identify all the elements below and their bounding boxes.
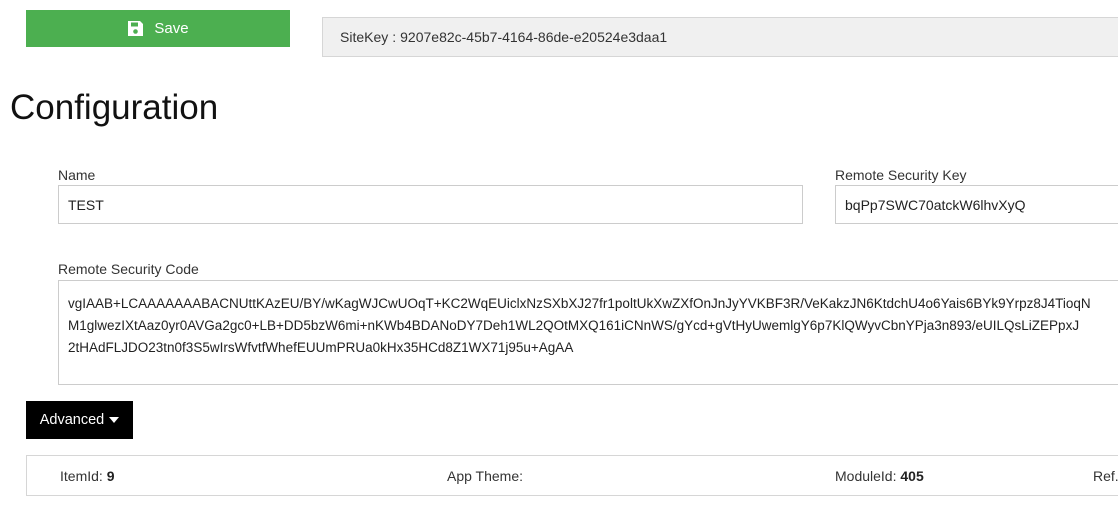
moduleid-value: 405 — [900, 468, 924, 484]
itemid-label: ItemId: — [60, 468, 103, 484]
page-title: Configuration — [10, 88, 219, 127]
moduleid-info: ModuleId: 405 — [835, 468, 924, 484]
sitekey-display: SiteKey : 9207e82c-45b7-4164-86de-e20524… — [322, 17, 1118, 57]
code-line: 2tHAdFLJDO23tn0f3S5wIrsWfvtfWhefEUUmPRUa… — [68, 340, 574, 355]
sitekey-value: 9207e82c-45b7-4164-86de-e20524e3daa1 — [400, 29, 668, 45]
name-label: Name — [58, 167, 96, 183]
module-info-bar: ItemId: 9 App Theme: ModuleId: 405 Ref. — [26, 455, 1118, 496]
remote-security-code-label: Remote Security Code — [58, 261, 199, 277]
ref-label: Ref. — [1093, 468, 1118, 484]
save-button[interactable]: Save — [26, 10, 290, 47]
itemid-value: 9 — [106, 468, 115, 484]
name-input[interactable] — [58, 185, 803, 224]
code-line: vgIAAB+LCAAAAAAABACNUttKAzEU/BY/wKagWJCw… — [68, 296, 1091, 311]
save-button-label: Save — [154, 20, 189, 37]
app-theme-info: App Theme: — [447, 468, 523, 484]
code-line: M1glwezIXtAaz0yr0AVGa2gc0+LB+DD5bzW6mi+n… — [68, 318, 1080, 333]
sitekey-label: SiteKey — [340, 29, 389, 45]
caret-down-icon — [109, 417, 120, 423]
remote-security-key-input[interactable] — [835, 185, 1118, 224]
remote-security-code-textarea[interactable]: vgIAAB+LCAAAAAAABACNUttKAzEU/BY/wKagWJCw… — [58, 280, 1118, 385]
app-theme-label: App Theme: — [447, 468, 524, 484]
sitekey-separator: : — [392, 29, 397, 45]
moduleid-label: ModuleId: — [835, 468, 897, 484]
itemid-info: ItemId: 9 — [60, 468, 114, 484]
remote-security-key-label: Remote Security Key — [835, 167, 967, 183]
floppy-disk-icon — [127, 20, 144, 37]
advanced-toggle-button[interactable]: Advanced — [26, 401, 133, 439]
ref-info: Ref. — [1093, 468, 1118, 484]
page: Save SiteKey : 9207e82c-45b7-4164-86de-e… — [0, 0, 1118, 510]
advanced-label: Advanced — [39, 412, 105, 428]
